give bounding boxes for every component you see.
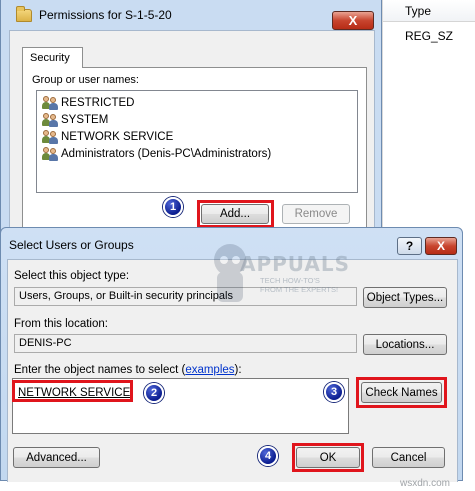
registry-type-cell[interactable]: REG_SZ [383,22,475,43]
step-badge-1: 1 [163,197,183,217]
permissions-close-button[interactable]: X [332,11,374,30]
location-label: From this location: [14,318,108,330]
group-user-list[interactable]: RESTRICTED SYSTEM NETWORK SERVICE Admini… [36,90,358,193]
object-type-label: Select this object type: [14,270,130,282]
registry-values-list: Type REG_SZ [382,0,475,235]
list-item-restricted[interactable]: RESTRICTED [37,94,357,111]
examples-link[interactable]: examples [185,364,234,376]
remove-button[interactable]: Remove [282,204,350,224]
permissions-dialog: Permissions for S-1-5-20 X Security Grou… [0,0,382,236]
folder-icon [16,6,32,22]
users-group-icon [42,112,59,127]
tab-security[interactable]: Security [22,47,83,68]
locations-button[interactable]: Locations... [363,334,447,355]
select-close-button[interactable]: X [425,237,457,255]
step-badge-4: 4 [258,446,278,466]
list-item-network-service[interactable]: NETWORK SERVICE [37,128,357,145]
list-item-system[interactable]: SYSTEM [37,111,357,128]
watermark-brand: APPUALS [240,252,351,276]
check-names-highlight [356,377,447,408]
ok-button-highlight [292,443,364,472]
users-group-icon [42,146,59,161]
step-badge-3: 3 [324,382,344,402]
add-button-highlight [197,200,274,228]
names-value-highlight [12,380,133,402]
group-names-label: Group or user names: [32,74,139,86]
watermark-tagline: TECH HOW-TO'S FROM THE EXPERTS! [260,276,339,294]
cancel-button[interactable]: Cancel [372,447,445,468]
location-field: DENIS-PC [14,334,357,353]
object-types-button[interactable]: Object Types... [363,287,447,308]
names-label: Enter the object names to select (exampl… [14,364,242,376]
users-group-icon [42,95,59,110]
permissions-title: Permissions for S-1-5-20 [39,8,172,22]
help-button[interactable]: ? [397,237,422,255]
registry-type-column-header[interactable]: Type [383,0,475,22]
step-badge-2: 2 [144,383,164,403]
users-group-icon [42,129,59,144]
list-item-administrators[interactable]: Administrators (Denis-PC\Administrators) [37,145,357,162]
advanced-button[interactable]: Advanced... [13,447,100,468]
permissions-titlebar[interactable]: Permissions for S-1-5-20 X [1,0,381,30]
select-dialog-title: Select Users or Groups [9,238,134,252]
site-watermark: wsxdn.com [400,478,451,489]
